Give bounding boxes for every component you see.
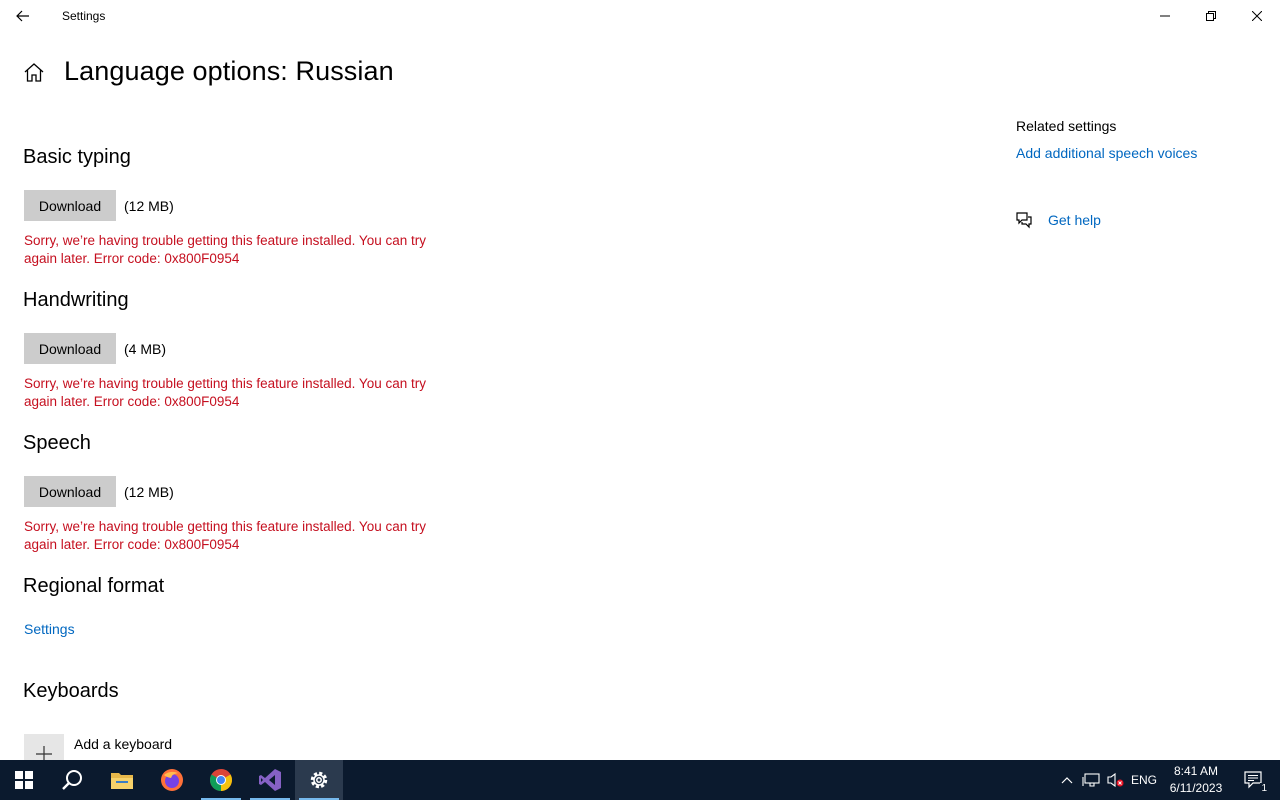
title-bar: Settings <box>0 0 1280 32</box>
download-basic-typing-button[interactable]: Download <box>24 190 116 221</box>
get-help-link[interactable]: Get help <box>1048 212 1101 228</box>
clock-time: 8:41 AM <box>1173 764 1219 778</box>
download-size: (12 MB) <box>124 484 174 500</box>
close-button[interactable] <box>1234 0 1280 32</box>
action-center-button[interactable]: 1 <box>1234 760 1274 800</box>
notification-badge: 1 <box>1260 783 1268 794</box>
minimize-icon <box>1160 15 1170 17</box>
restore-icon <box>1206 11 1216 21</box>
firefox-icon <box>161 769 183 791</box>
chrome-icon <box>210 769 232 791</box>
network-icon <box>1082 773 1100 787</box>
chevron-up-icon <box>1061 777 1073 784</box>
search-icon <box>62 770 82 790</box>
clock-date: 6/11/2023 <box>1169 781 1223 795</box>
plus-icon <box>36 746 52 760</box>
taskbar-search-button[interactable] <box>48 760 96 800</box>
taskbar-chrome[interactable] <box>197 760 245 800</box>
settings-window: Settings Language options: Russian Basic… <box>0 0 1280 760</box>
close-icon <box>1252 11 1262 21</box>
download-size: (4 MB) <box>124 341 166 357</box>
get-help-icon <box>1016 212 1032 229</box>
error-message: Sorry, we’re having trouble getting this… <box>24 376 426 409</box>
download-size: (12 MB) <box>124 198 174 214</box>
volume-muted-icon <box>1107 772 1124 788</box>
taskbar-settings[interactable] <box>295 760 343 800</box>
show-hidden-icons-button[interactable] <box>1056 760 1078 800</box>
minimize-button[interactable] <box>1142 0 1188 32</box>
keyboards-heading: Keyboards <box>23 680 119 702</box>
section-heading: Basic typing <box>23 146 131 168</box>
error-message: Sorry, we’re having trouble getting this… <box>24 233 426 266</box>
taskbar-firefox[interactable] <box>148 760 196 800</box>
home-icon <box>24 63 44 82</box>
restore-button[interactable] <box>1188 0 1234 32</box>
visual-studio-icon <box>259 769 281 791</box>
back-button[interactable] <box>0 0 46 32</box>
start-button[interactable] <box>0 760 48 800</box>
home-button[interactable] <box>22 61 46 85</box>
taskbar-visual-studio[interactable] <box>246 760 294 800</box>
network-tray-button[interactable] <box>1080 760 1102 800</box>
taskbar-clock[interactable]: 8:41 AM 6/11/2023 <box>1160 760 1232 800</box>
windows-start-icon <box>15 771 33 789</box>
settings-gear-icon <box>310 771 328 789</box>
regional-format-heading: Regional format <box>23 575 165 597</box>
section-heading: Handwriting <box>23 289 129 311</box>
section-heading: Speech <box>23 432 91 454</box>
add-keyboard-button[interactable] <box>24 734 64 760</box>
window-title: Settings <box>62 9 106 23</box>
back-arrow-icon <box>16 10 29 22</box>
taskbar-file-explorer[interactable] <box>98 760 146 800</box>
error-message: Sorry, we’re having trouble getting this… <box>24 519 426 552</box>
regional-settings-link[interactable]: Settings <box>24 621 75 637</box>
download-speech-button[interactable]: Download <box>24 476 116 507</box>
taskbar: ENG 8:41 AM 6/11/2023 1 <box>0 760 1280 800</box>
input-language-indicator[interactable]: ENG <box>1128 760 1160 800</box>
file-explorer-icon <box>111 773 133 789</box>
related-settings-title: Related settings <box>1016 118 1117 134</box>
volume-tray-button[interactable] <box>1104 760 1126 800</box>
download-handwriting-button[interactable]: Download <box>24 333 116 364</box>
add-keyboard-label[interactable]: Add a keyboard <box>74 736 172 752</box>
page-title: Language options: Russian <box>64 56 394 86</box>
add-speech-voices-link[interactable]: Add additional speech voices <box>1016 145 1197 161</box>
